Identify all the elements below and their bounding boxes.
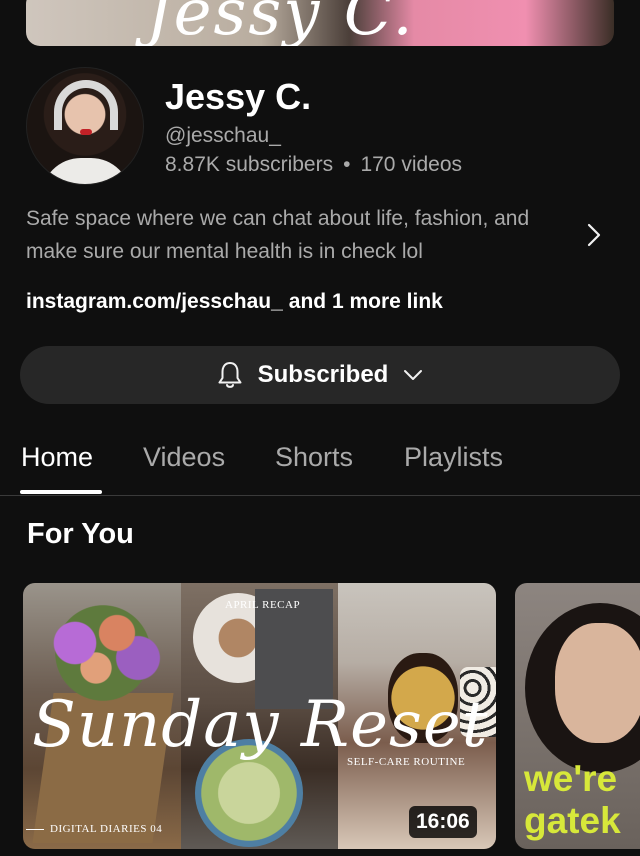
avatar-lips [80,129,92,135]
channel-name: Jessy C. [165,76,312,117]
subscriber-count: 8.87K subscribers [165,153,334,176]
tab-home[interactable]: Home [21,442,93,473]
thumb2-text-line1: we're [524,758,618,799]
subscribed-label: Subscribed [257,361,389,388]
channel-description[interactable]: Safe space where we can chat about life,… [26,202,566,268]
thumb-caption-bottom: DIGITAL DIARIES 04 [50,823,163,835]
thumb-caption-mid: SELF-CARE ROUTINE [347,756,466,768]
instagram-link[interactable]: instagram.com/jesschau_ [26,290,283,314]
avatar-sweater [41,158,131,184]
chevron-down-icon [404,370,423,380]
stats-separator: • [343,153,351,176]
channel-banner: Jessy C. [26,0,614,46]
channel-handle: @jesschau_ [165,124,281,147]
chevron-right-icon[interactable] [583,222,605,248]
active-tab-indicator [20,490,102,494]
video-count: 170 videos [360,153,463,176]
channel-links[interactable]: instagram.com/jesschau_ and 1 more link [26,290,443,314]
channel-tabs: Home Videos Shorts Playlists [0,430,640,496]
thumb-script-title: Sunday Reset [32,688,489,762]
section-title: For You [27,518,134,550]
face-image [555,623,640,743]
video-duration-badge: 16:06 [409,806,477,838]
tab-videos[interactable]: Videos [143,442,225,473]
avatar-headphones [54,80,118,130]
channel-avatar[interactable] [26,67,144,185]
bell-icon [218,362,242,388]
channel-stats: 8.87K subscribers • 170 videos [165,153,462,177]
banner-script-text: Jessy C. [146,0,415,46]
more-links[interactable]: and 1 more link [289,290,443,314]
tab-shorts[interactable]: Shorts [275,442,353,473]
thumb-caption-top: APRIL RECAP [225,599,301,611]
thumb2-text-line2: gatek [524,800,621,841]
caption-dash [26,829,44,830]
tab-playlists[interactable]: Playlists [404,442,503,473]
subscribed-button[interactable]: Subscribed [20,346,620,404]
